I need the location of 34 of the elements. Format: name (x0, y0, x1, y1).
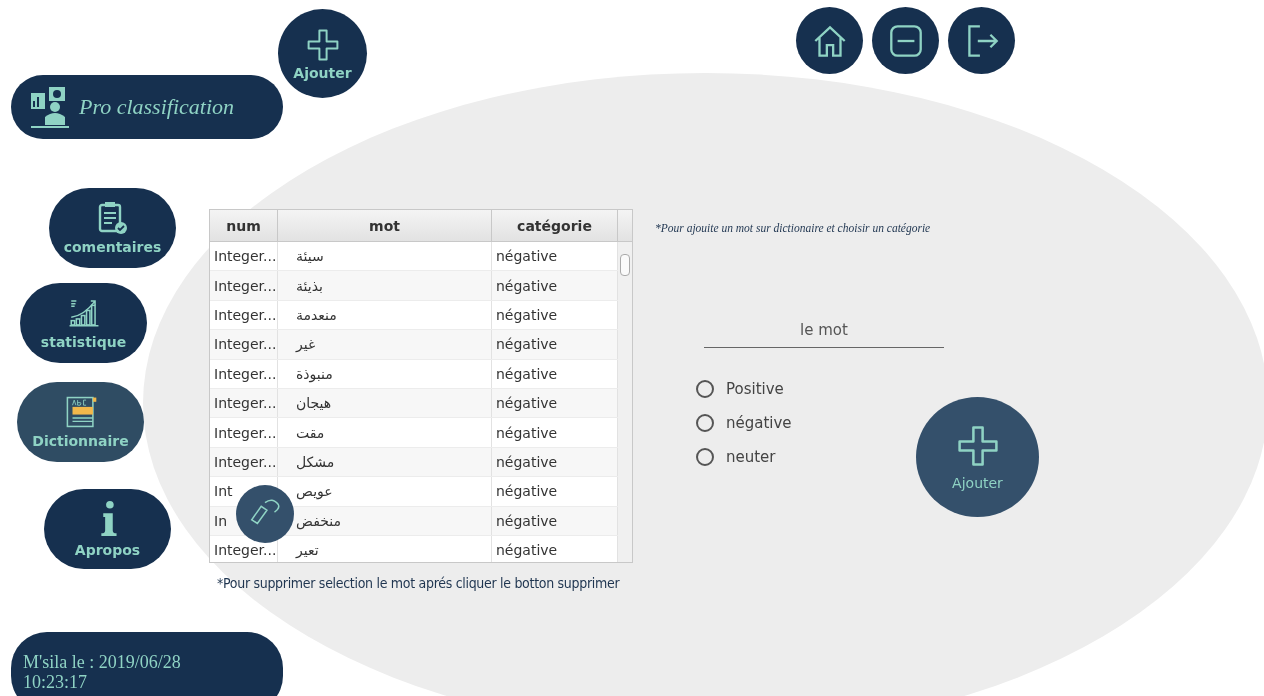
category-radio[interactable]: négative (696, 412, 792, 434)
add-button[interactable]: Ajouter (278, 9, 367, 98)
table-cell: بذيئة (278, 271, 492, 300)
delete-hint: *Pour supprimer selection le mot aprés cliquer le botton supprimer (217, 575, 620, 591)
column-header[interactable]: catégorie (492, 210, 618, 241)
column-header[interactable]: num (210, 210, 278, 241)
table-cell: غير (278, 330, 492, 359)
table-cell: منبوذة (278, 359, 492, 388)
table-cell: سيئة (278, 242, 492, 271)
time-text: 10:23:17 (23, 672, 88, 692)
date-text: M'sila le : 2019/06/28 (23, 652, 182, 672)
column-header[interactable]: mot (278, 210, 492, 241)
table-cell: Integer... (210, 242, 278, 271)
word-input-field[interactable]: le mot (704, 312, 944, 348)
table-cell: Integer... (210, 330, 278, 359)
table-cell: Integer... (210, 447, 278, 477)
nav-button[interactable]: comentaires (49, 188, 176, 268)
app-title: Pro classification (79, 94, 234, 120)
table-cell: مقت (278, 418, 492, 447)
table-cell: Integer... (210, 418, 278, 447)
table-cell: منعدمة (278, 300, 492, 330)
table-cell: Integer... (210, 359, 278, 388)
nav-button[interactable]: Dictionnaire (17, 382, 144, 462)
category-radio[interactable]: neuter (696, 446, 792, 468)
table-cell: Integer... (210, 300, 278, 330)
nav-button[interactable]: Apropos (44, 489, 171, 569)
table-cell: Integer... (210, 271, 278, 300)
scrollbar[interactable] (618, 242, 632, 562)
table-cell: هيجان (278, 388, 492, 418)
nav-button[interactable]: statistique (20, 283, 147, 363)
category-radio[interactable]: Positive (696, 378, 792, 400)
table-cell: Integer... (210, 388, 278, 418)
table-cell: مشكل (278, 447, 492, 477)
add-hint: *Pour ajouite un mot sur dictionaire et choisir un catégorie (655, 222, 931, 234)
